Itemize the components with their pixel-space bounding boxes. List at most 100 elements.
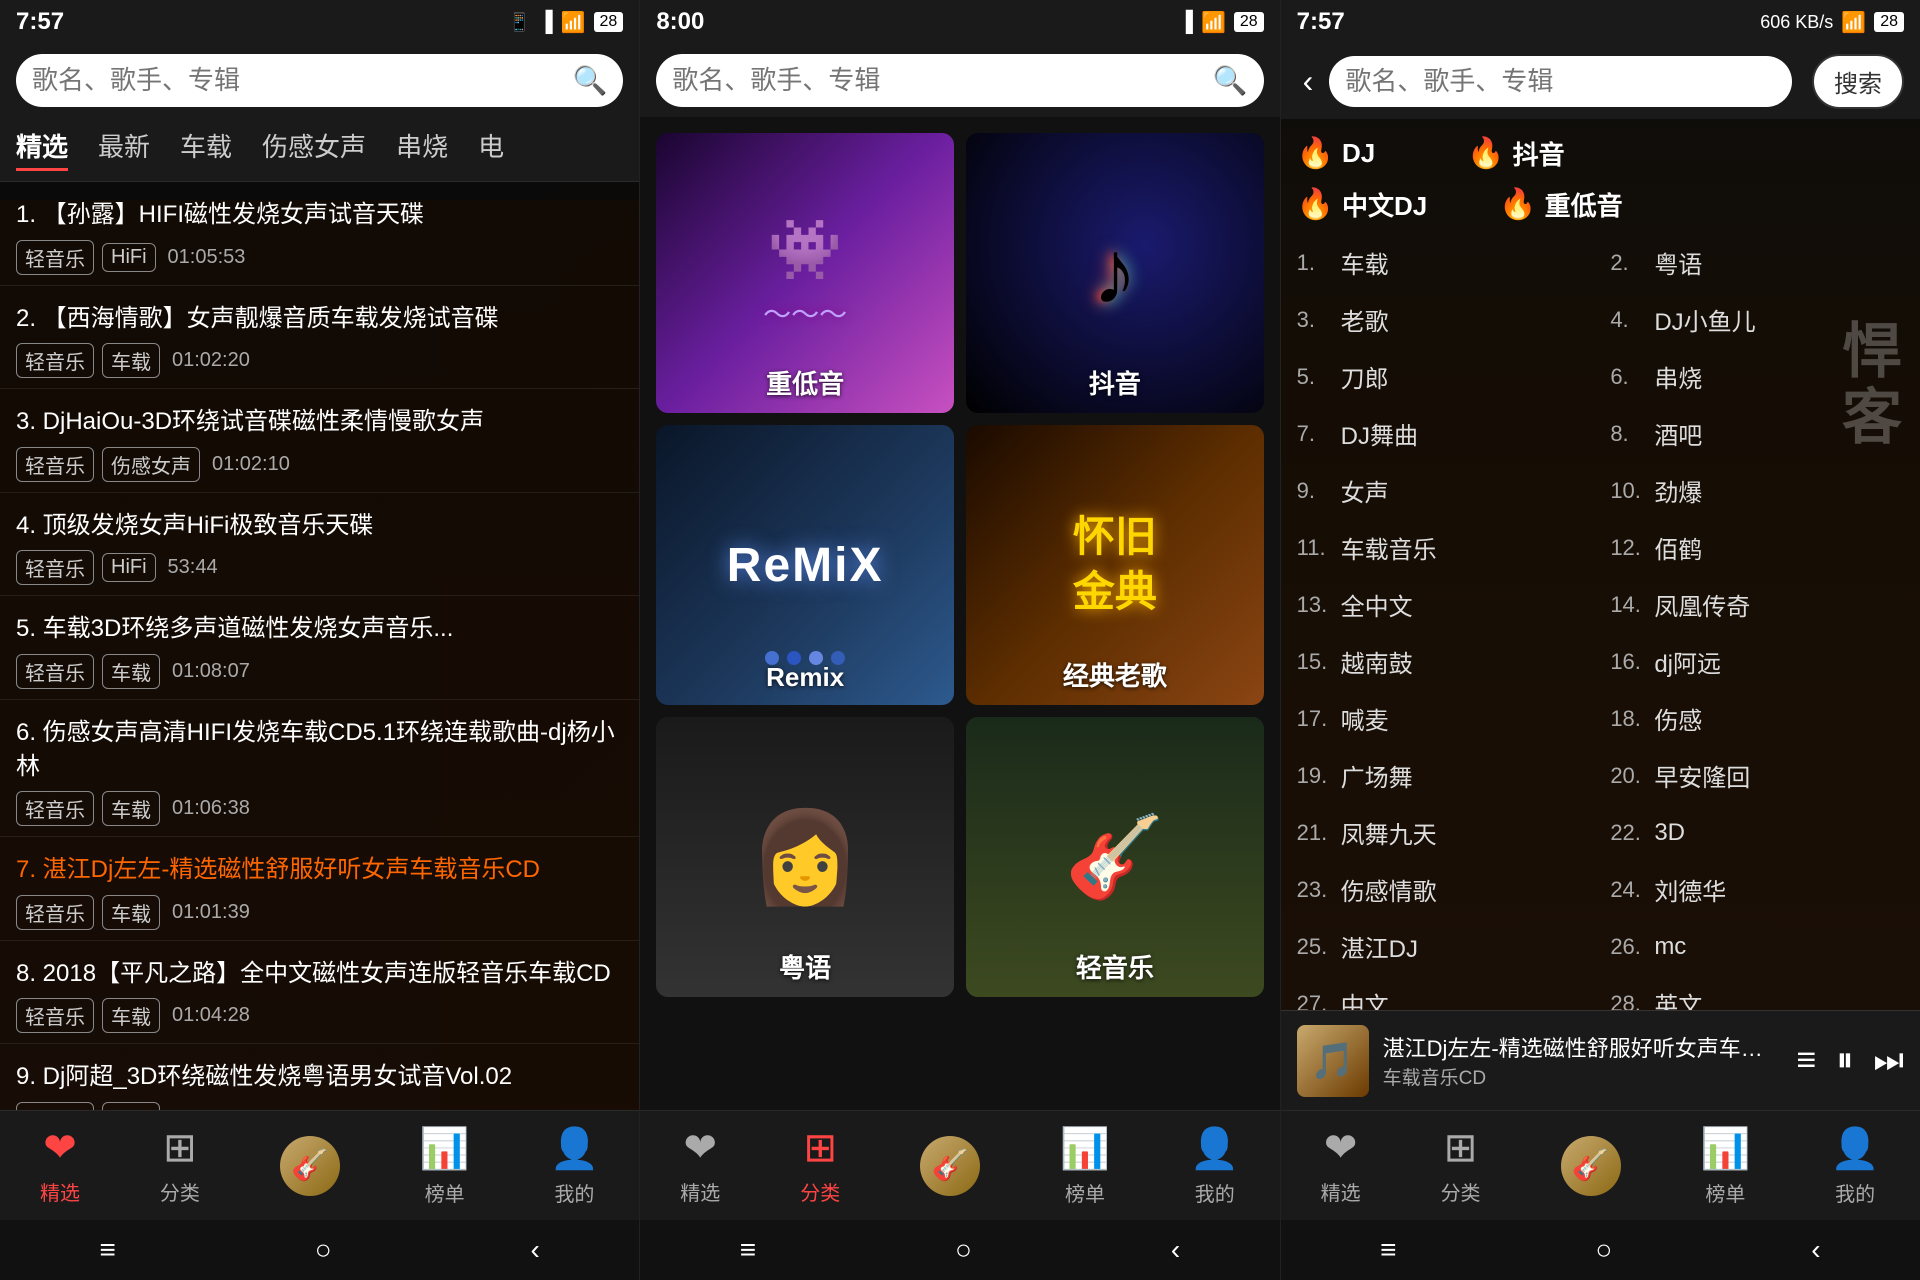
home-btn-3[interactable]: ○	[1595, 1234, 1612, 1266]
cat-item-25[interactable]: 25. 湛江DJ	[1297, 921, 1591, 972]
nav-bangdan-2[interactable]: 📊 榜单	[1060, 1125, 1110, 1207]
nav-jingxuan-3[interactable]: ❤ 精选	[1321, 1125, 1361, 1206]
nav-fenlei-1[interactable]: ⊞ 分类	[160, 1125, 200, 1206]
cat-item-13[interactable]: 13. 全中文	[1297, 579, 1591, 630]
search-button-3[interactable]: 搜索	[1812, 54, 1904, 109]
home-btn-2[interactable]: ○	[955, 1234, 972, 1266]
cat-item-22[interactable]: 22. 3D	[1610, 807, 1904, 858]
cat-item-26[interactable]: 26. mc	[1610, 921, 1904, 972]
nav-mine-2[interactable]: 👤 我的	[1190, 1125, 1240, 1207]
song-item-8[interactable]: 8. 2018【平凡之路】全中文磁性女声连版轻音乐车载CD 轻音乐 车载 01:…	[0, 941, 639, 1045]
cat-item-27[interactable]: 27. 中文	[1297, 978, 1591, 1010]
tab-jingxuan[interactable]: 精选	[16, 127, 68, 171]
nav-avatar-2[interactable]: 🎸	[920, 1136, 980, 1196]
song-item-7[interactable]: 7. 湛江Dj左左-精选磁性舒服好听女声车载音乐CD 轻音乐 车载 01:01:…	[0, 837, 639, 941]
grid-item-cantonese[interactable]: 👩 粤语	[656, 717, 954, 997]
nav-avatar-3[interactable]: 🎸	[1561, 1136, 1621, 1196]
nav-bangdan-3[interactable]: 📊 榜单	[1700, 1125, 1750, 1207]
cat-num-18: 18.	[1610, 706, 1646, 732]
playlist-btn-3[interactable]: ≡	[1797, 1041, 1817, 1080]
nav-fenlei-2[interactable]: ⊞ 分类	[800, 1125, 840, 1206]
grid-item-bass[interactable]: 👾 〜〜〜 重低音	[656, 133, 954, 413]
nav-avatar-1[interactable]: 🎸	[280, 1136, 340, 1196]
song-item-4[interactable]: 4. 顶级发烧女声HiFi极致音乐天碟 轻音乐 HiFi 53:44	[0, 493, 639, 597]
cat-item-8[interactable]: 8. 酒吧	[1610, 408, 1904, 459]
tag-chezai-8: 车载	[102, 998, 160, 1033]
song-item-3[interactable]: 3. DjHaiOu-3D环绕试音碟磁性柔情慢歌女声 轻音乐 伤感女声 01:0…	[0, 389, 639, 493]
song-item-9[interactable]: 9. Dj阿超_3D环绕磁性发烧粤语男女试音Vol.02 轻音乐 粤语 01:0…	[0, 1044, 639, 1110]
song-item-1[interactable]: 1. 【孙露】HIFI磁性发烧女声试音天碟 轻音乐 HiFi 01:05:53	[0, 182, 639, 286]
tab-zuixin[interactable]: 最新	[98, 127, 150, 171]
grid-item-tiktok[interactable]: ♪ 抖音	[966, 133, 1264, 413]
hot-badge-dj[interactable]: 🔥 DJ	[1297, 135, 1376, 172]
cat-item-16[interactable]: 16. dj阿远	[1610, 636, 1904, 687]
search-input-wrap-3[interactable]	[1329, 56, 1792, 107]
search-input-1[interactable]	[32, 65, 564, 96]
back-btn-2[interactable]: ‹	[1171, 1234, 1180, 1266]
menu-btn-2[interactable]: ≡	[740, 1234, 756, 1266]
grid-item-remix[interactable]: ReMiX Remix	[656, 425, 954, 705]
cat-item-21[interactable]: 21. 凤舞九天	[1297, 807, 1591, 858]
menu-btn-3[interactable]: ≡	[1380, 1234, 1396, 1266]
cat-item-4[interactable]: 4. DJ小鱼儿	[1610, 294, 1904, 345]
cat-item-2[interactable]: 2. 粤语	[1610, 237, 1904, 288]
cat-num-11: 11.	[1297, 535, 1333, 561]
song-list-1[interactable]: 1. 【孙露】HIFI磁性发烧女声试音天碟 轻音乐 HiFi 01:05:53 …	[0, 182, 639, 1110]
hot-badge-douyin[interactable]: 🔥 抖音	[1467, 135, 1564, 172]
search-input-wrap-1[interactable]: 🔍	[16, 54, 623, 107]
tab-chuanshao[interactable]: 串烧	[396, 127, 448, 171]
cat-item-6[interactable]: 6. 串烧	[1610, 351, 1904, 402]
song-item-6[interactable]: 6. 伤感女声高清HIFI发烧车载CD5.1环绕连载歌曲-dj杨小林 轻音乐 车…	[0, 700, 639, 837]
search-icon-1: 🔍	[572, 64, 607, 97]
song-item-5[interactable]: 5. 车载3D环绕多声道磁性发烧女声音乐... 轻音乐 车载 01:08:07	[0, 596, 639, 700]
menu-btn-1[interactable]: ≡	[99, 1234, 115, 1266]
search-input-2[interactable]	[672, 65, 1204, 96]
cat-item-17[interactable]: 17. 喊麦	[1297, 693, 1591, 744]
cat-num-23: 23.	[1297, 877, 1333, 903]
grid-item-oldies[interactable]: 怀旧金典 经典老歌	[966, 425, 1264, 705]
cat-item-20[interactable]: 20. 早安隆回	[1610, 750, 1904, 801]
hot-badge-zhongwen-dj[interactable]: 🔥 中文DJ	[1297, 186, 1428, 223]
cat-item-9[interactable]: 9. 女声	[1297, 465, 1591, 516]
nav-mine-3[interactable]: 👤 我的	[1830, 1125, 1880, 1207]
nav-label-mine-2: 我的	[1195, 1178, 1235, 1207]
pause-btn-3[interactable]: ⏸	[1836, 1041, 1853, 1080]
cat-item-24[interactable]: 24. 刘德华	[1610, 864, 1904, 915]
cat-item-14[interactable]: 14. 凤凰传奇	[1610, 579, 1904, 630]
nav-bangdan-1[interactable]: 📊 榜单	[420, 1125, 470, 1207]
cat-item-28[interactable]: 28. 英文	[1610, 978, 1904, 1010]
back-btn-3-sys[interactable]: ‹	[1811, 1234, 1820, 1266]
hot-badge-zhongdiyin[interactable]: 🔥 重低音	[1499, 186, 1622, 223]
search-input-3[interactable]	[1345, 66, 1776, 97]
cat-item-15[interactable]: 15. 越南鼓	[1297, 636, 1591, 687]
back-btn-1[interactable]: ‹	[531, 1234, 540, 1266]
cat-item-5[interactable]: 5. 刀郎	[1297, 351, 1591, 402]
tab-shangannv[interactable]: 伤感女声	[262, 127, 366, 171]
cat-item-7[interactable]: 7. DJ舞曲	[1297, 408, 1591, 459]
nav-user-icon-1: 👤	[550, 1125, 600, 1172]
cat-item-1[interactable]: 1. 车载	[1297, 237, 1591, 288]
home-btn-1[interactable]: ○	[315, 1234, 332, 1266]
tab-dian[interactable]: 电	[478, 127, 504, 171]
cat-item-3[interactable]: 3. 老歌	[1297, 294, 1591, 345]
cat-item-19[interactable]: 19. 广场舞	[1297, 750, 1591, 801]
next-btn-3[interactable]: ⏭	[1873, 1041, 1904, 1080]
cat-item-10[interactable]: 10. 劲爆	[1610, 465, 1904, 516]
search-input-wrap-2[interactable]: 🔍	[656, 54, 1263, 107]
nav-heart-icon-3: ❤	[1324, 1125, 1358, 1171]
grid-item-light[interactable]: 🎸 轻音乐	[966, 717, 1264, 997]
cat-item-18[interactable]: 18. 伤感	[1610, 693, 1904, 744]
cat-num-20: 20.	[1610, 763, 1646, 789]
back-btn-search-3[interactable]: ‹	[1297, 63, 1320, 100]
nav-fenlei-3[interactable]: ⊞ 分类	[1441, 1125, 1481, 1206]
nav-mine-1[interactable]: 👤 我的	[550, 1125, 600, 1207]
tab-chezai[interactable]: 车载	[180, 127, 232, 171]
cat-num-7: 7.	[1297, 421, 1333, 447]
cat-item-12[interactable]: 12. 佰鹤	[1610, 522, 1904, 573]
nav-avatar-img-2: 🎸	[920, 1136, 980, 1196]
nav-jingxuan-1[interactable]: ❤ 精选	[40, 1125, 80, 1206]
nav-jingxuan-2[interactable]: ❤ 精选	[680, 1125, 720, 1206]
cat-item-23[interactable]: 23. 伤感情歌	[1297, 864, 1591, 915]
song-item-2[interactable]: 2. 【西海情歌】女声靓爆音质车载发烧试音碟 轻音乐 车载 01:02:20	[0, 286, 639, 390]
cat-item-11[interactable]: 11. 车载音乐	[1297, 522, 1591, 573]
